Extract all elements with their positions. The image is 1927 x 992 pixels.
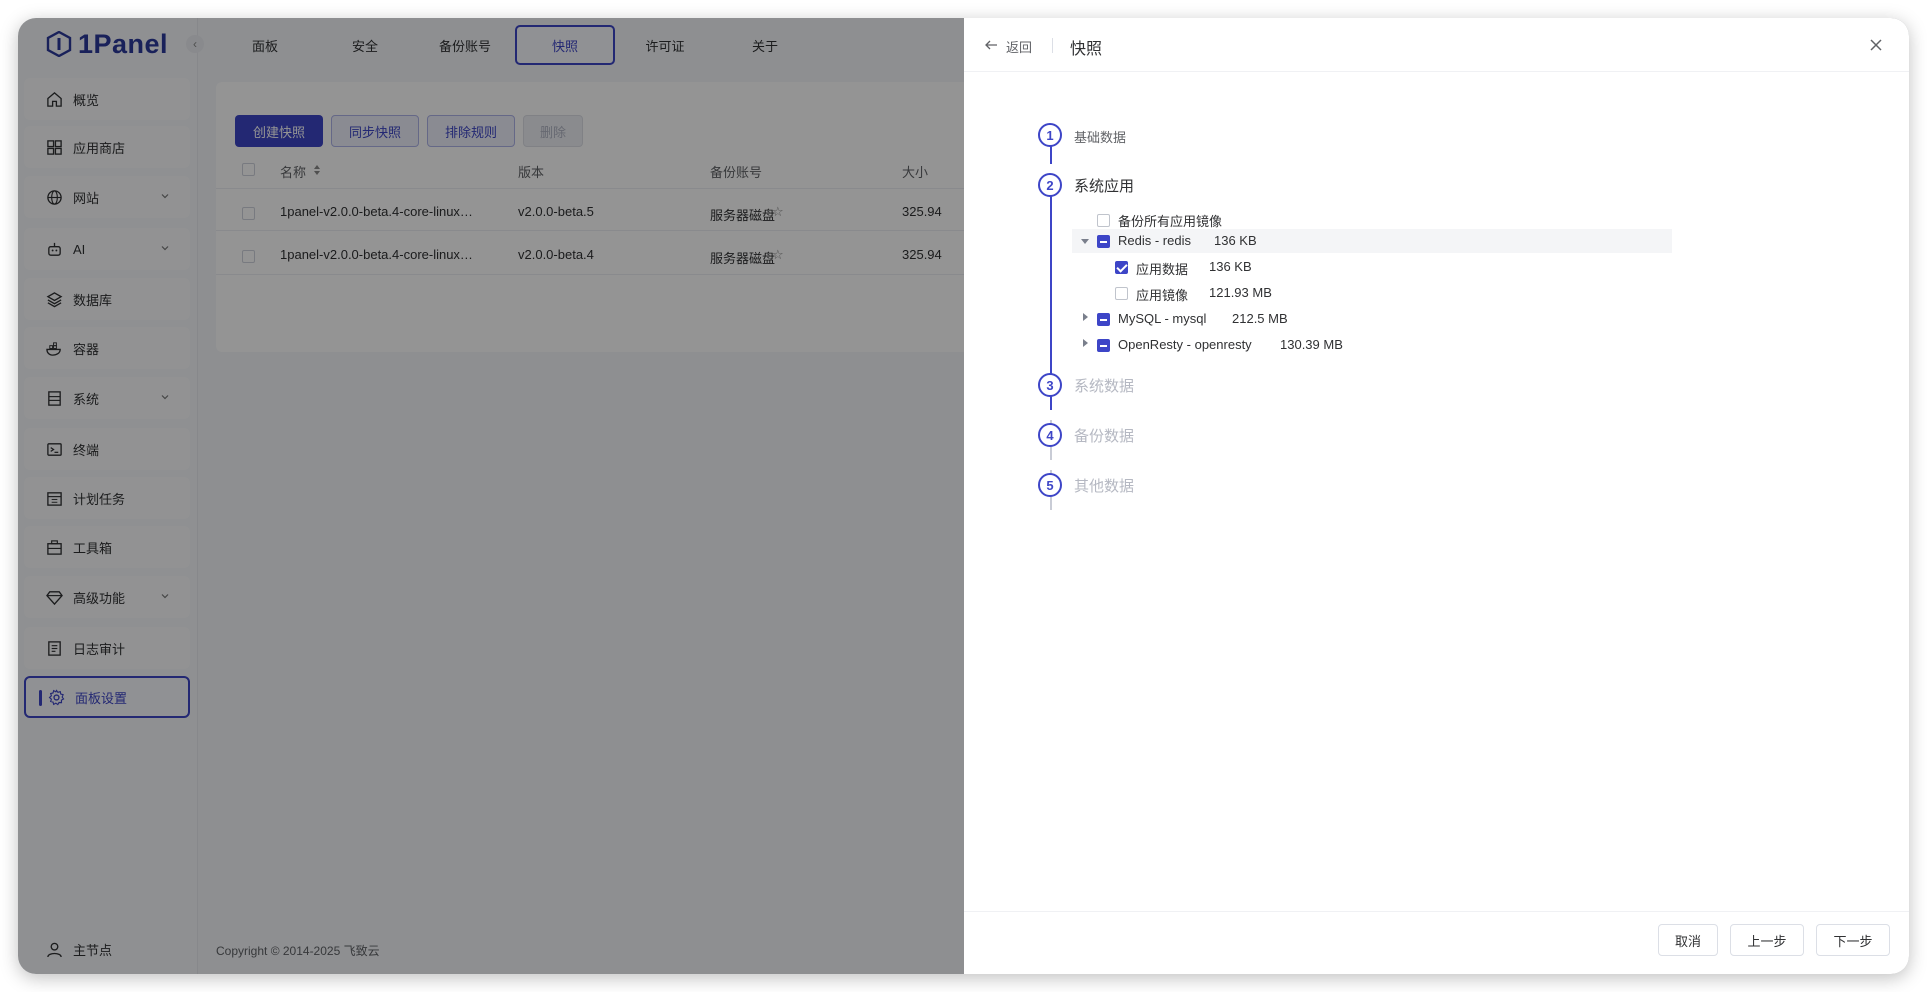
redis-checkbox[interactable] — [1097, 235, 1110, 248]
step-2-number: 2 — [1038, 173, 1062, 197]
collapse-caret-icon[interactable] — [1081, 239, 1089, 244]
back-button[interactable]: 返回 — [1006, 37, 1032, 56]
step-5-number: 5 — [1038, 473, 1062, 497]
step-5-title[interactable]: 其他数据 — [1074, 475, 1134, 496]
redis-app-data-label[interactable]: 应用数据 — [1136, 259, 1188, 278]
openresty-checkbox[interactable] — [1097, 339, 1110, 352]
prev-step-button[interactable]: 上一步 — [1730, 924, 1804, 956]
step-connector — [1050, 186, 1052, 370]
expand-caret-icon[interactable] — [1083, 339, 1088, 347]
mysql-checkbox[interactable] — [1097, 313, 1110, 326]
app-window: 1Panel ‹ 概览 应用商店 网站 AI 数据库 容器 — [18, 18, 1909, 974]
redis-label[interactable]: Redis - redis — [1118, 233, 1191, 248]
arrow-left-icon[interactable] — [984, 38, 998, 52]
redis-app-image-label[interactable]: 应用镜像 — [1136, 285, 1188, 304]
drawer-footer: 取消 上一步 下一步 — [964, 911, 1909, 974]
step-3-title[interactable]: 系统数据 — [1074, 375, 1134, 396]
mysql-size: 212.5 MB — [1232, 311, 1288, 326]
redis-app-data-checkbox[interactable] — [1115, 261, 1128, 274]
backup-all-images-checkbox[interactable] — [1097, 214, 1110, 227]
redis-size: 136 KB — [1214, 233, 1257, 248]
redis-app-image-checkbox[interactable] — [1115, 287, 1128, 300]
step-1-number: 1 — [1038, 123, 1062, 147]
close-icon[interactable] — [1868, 37, 1884, 53]
redis-app-image-size: 121.93 MB — [1209, 285, 1272, 300]
next-step-button[interactable]: 下一步 — [1816, 924, 1890, 956]
cancel-button[interactable]: 取消 — [1658, 924, 1718, 956]
step-4-number: 4 — [1038, 423, 1062, 447]
openresty-size: 130.39 MB — [1280, 337, 1343, 352]
step-2-title[interactable]: 系统应用 — [1074, 175, 1134, 196]
snapshot-drawer: 返回 快照 1 基础数据 2 系统应用 备份所有应用镜像 Redis - red… — [964, 18, 1909, 974]
step-4-title[interactable]: 备份数据 — [1074, 425, 1134, 446]
backup-all-images-label[interactable]: 备份所有应用镜像 — [1118, 211, 1222, 230]
drawer-title: 快照 — [1070, 35, 1102, 59]
step-1-title[interactable]: 基础数据 — [1074, 127, 1126, 146]
step-3-number: 3 — [1038, 373, 1062, 397]
expand-caret-icon[interactable] — [1083, 313, 1088, 321]
openresty-label[interactable]: OpenResty - openresty — [1118, 337, 1252, 352]
drawer-header: 返回 快照 — [964, 18, 1909, 72]
header-divider — [1052, 38, 1053, 53]
redis-app-data-size: 136 KB — [1209, 259, 1252, 274]
mysql-label[interactable]: MySQL - mysql — [1118, 311, 1206, 326]
